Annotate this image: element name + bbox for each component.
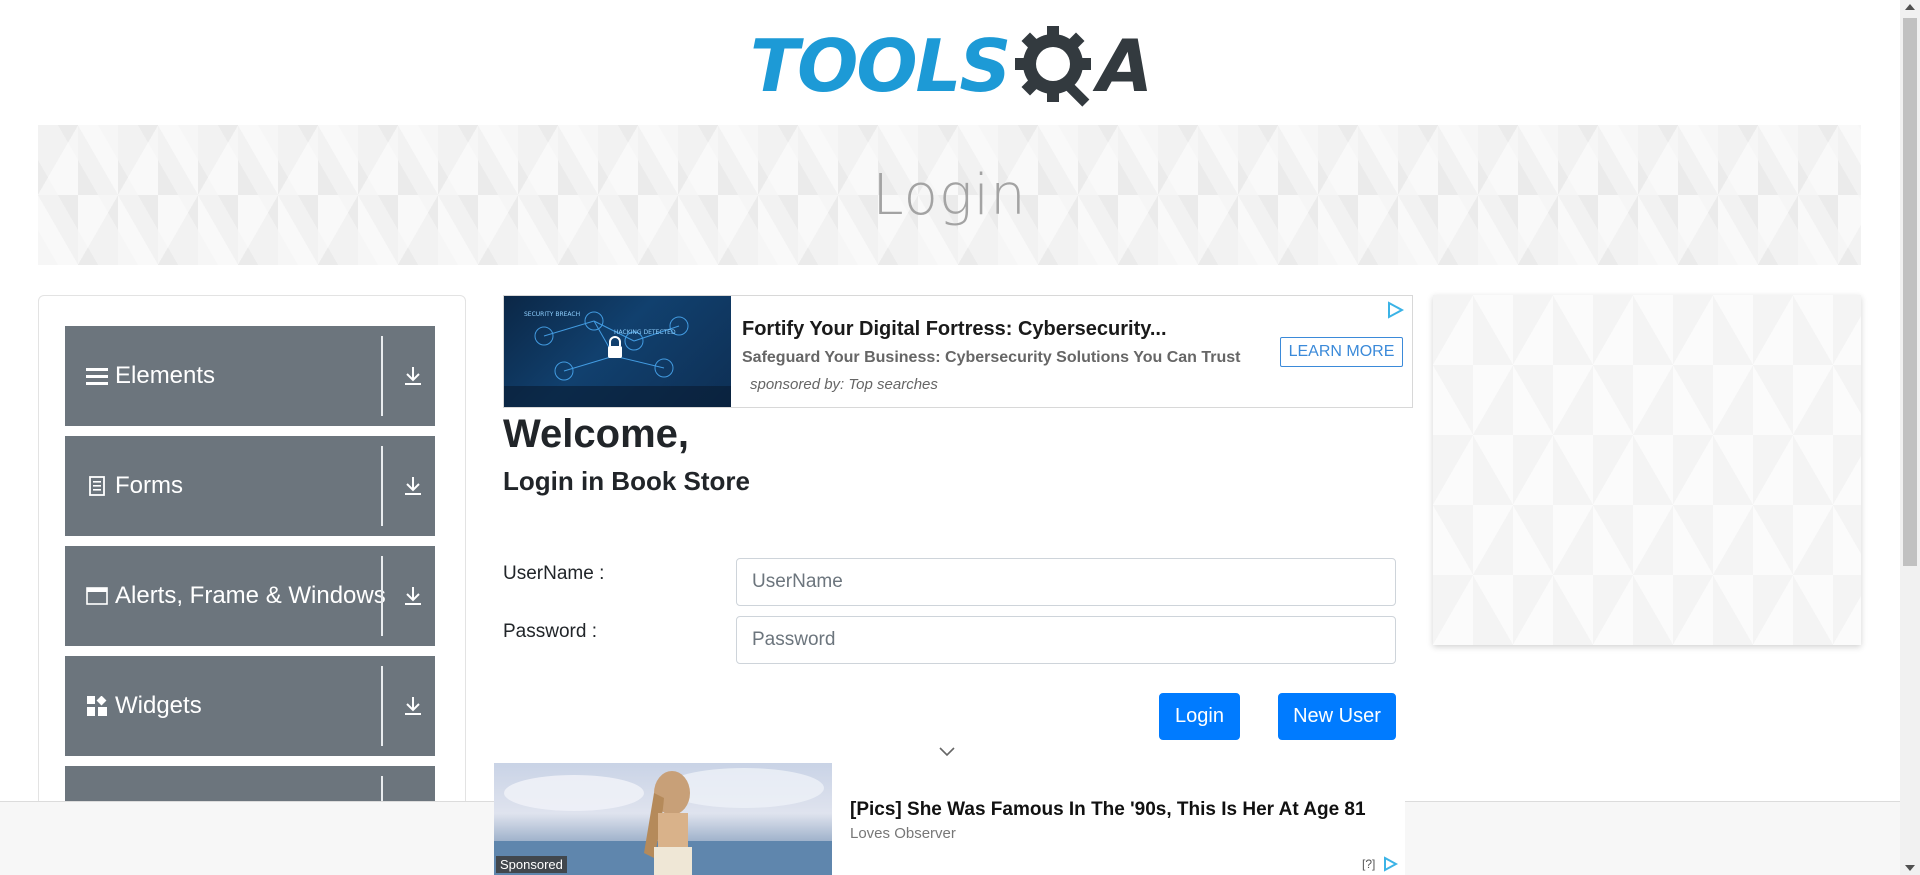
page-banner: Login — [38, 125, 1861, 265]
username-label: UserName : — [503, 563, 605, 584]
download-arrow-icon[interactable] — [401, 474, 425, 498]
ad-image[interactable]: Sponsored — [494, 763, 832, 875]
sponsored-tag: Sponsored — [496, 856, 567, 873]
divider — [381, 556, 383, 636]
document-icon — [85, 474, 109, 498]
new-user-button[interactable]: New User — [1278, 693, 1396, 740]
welcome-heading: Welcome, — [503, 412, 689, 456]
username-input[interactable] — [736, 558, 1396, 606]
sidebar-group-alerts[interactable]: Alerts, Frame & Windows — [65, 546, 435, 646]
ad-image-label: SECURITY BREACH — [524, 311, 580, 318]
learn-more-button[interactable]: LEARN MORE — [1280, 337, 1403, 367]
sidebar-group-widgets[interactable]: Widgets — [65, 656, 435, 756]
ad-image[interactable]: SECURITY BREACH HACKING DETECTED — [504, 296, 731, 407]
download-arrow-icon[interactable] — [401, 584, 425, 608]
ad-subtitle: Safeguard Your Business: Cybersecurity S… — [742, 349, 1241, 366]
ad-image-label: HACKING DETECTED — [614, 329, 676, 336]
download-arrow-icon[interactable] — [401, 694, 425, 718]
sidebar-group-forms[interactable]: Forms — [65, 436, 435, 536]
widgets-icon — [85, 694, 109, 718]
page-title: Login — [872, 162, 1027, 228]
login-subtitle: Login in Book Store — [503, 466, 750, 496]
divider — [381, 666, 383, 746]
vertical-scrollbar[interactable] — [1900, 0, 1920, 875]
ad-title[interactable]: Fortify Your Digital Fortress: Cybersecu… — [742, 318, 1167, 341]
password-input[interactable] — [736, 616, 1396, 664]
bottom-ad-title[interactable]: [Pics] She Was Famous In The '90s, This … — [850, 799, 1366, 821]
ad-sponsor: sponsored by: Top searches — [750, 376, 938, 393]
sidebar-group-label: Elements — [115, 362, 216, 389]
download-arrow-icon[interactable] — [401, 364, 425, 388]
adchoices-icon[interactable] — [1386, 301, 1405, 319]
adchoices-icon[interactable] — [1382, 856, 1399, 872]
scroll-down-arrow-icon[interactable] — [1905, 865, 1915, 871]
sidebar-group-label: Forms — [115, 472, 183, 499]
hamburger-icon — [85, 364, 109, 388]
logo-text: TOOLS — [750, 24, 1011, 108]
sidebar-group-label: Widgets — [115, 692, 202, 719]
sidebar-group-elements[interactable]: Elements — [65, 326, 435, 426]
toolsqa-logo[interactable]: TOOLS A — [750, 18, 1153, 114]
divider — [381, 446, 383, 526]
ad-info-link[interactable]: [?] — [1362, 857, 1375, 871]
divider — [381, 336, 383, 416]
top-advertisement[interactable]: SECURITY BREACH HACKING DETECTED Fortify… — [503, 295, 1413, 408]
login-button[interactable]: Login — [1159, 693, 1240, 740]
right-ad-placeholder — [1433, 295, 1861, 645]
page: TOOLS A Login Elements Forms Alerts, Fra… — [0, 0, 1920, 875]
bottom-ad-source: Loves Observer — [850, 825, 956, 842]
scroll-thumb[interactable] — [1903, 18, 1917, 566]
gear-magnifier-icon — [1011, 20, 1103, 112]
logo-suffix: A — [1097, 24, 1153, 108]
password-label: Password : — [503, 621, 597, 642]
window-icon — [85, 584, 109, 608]
scroll-up-arrow-icon[interactable] — [1905, 4, 1915, 10]
sidebar-group-label: Alerts, Frame & Windows — [115, 582, 386, 609]
bottom-advertisement[interactable]: Sponsored [Pics] She Was Famous In The '… — [494, 763, 1405, 875]
sidebar: Elements Forms Alerts, Frame & Windows W… — [38, 295, 466, 875]
chevron-down-icon[interactable] — [938, 744, 956, 758]
